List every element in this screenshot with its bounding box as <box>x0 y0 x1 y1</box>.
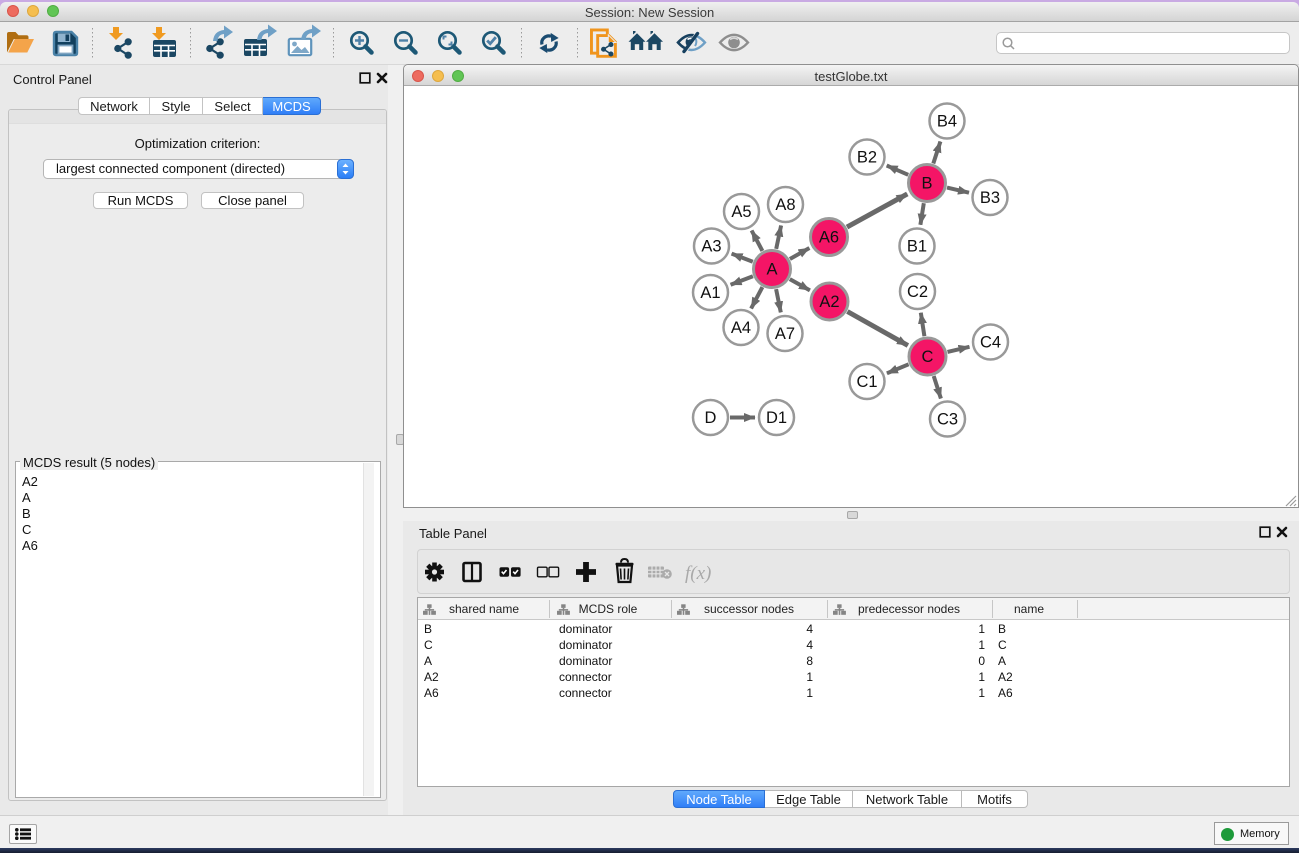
svg-text:B2: B2 <box>857 149 877 167</box>
svg-text:A3: A3 <box>701 238 721 256</box>
svg-text:f(x): f(x) <box>685 563 711 584</box>
svg-text:A: A <box>766 261 777 279</box>
svg-text:C3: C3 <box>937 411 958 429</box>
svg-text:A5: A5 <box>731 203 751 221</box>
svg-text:A2: A2 <box>819 293 839 311</box>
svg-text:D: D <box>705 409 717 427</box>
svg-text:A7: A7 <box>775 325 795 343</box>
svg-text:B: B <box>921 175 932 193</box>
svg-text:C1: C1 <box>856 373 877 391</box>
svg-text:B1: B1 <box>907 238 927 256</box>
svg-text:B3: B3 <box>980 189 1000 207</box>
svg-text:B4: B4 <box>937 113 957 131</box>
svg-text:A8: A8 <box>775 196 795 214</box>
svg-text:C2: C2 <box>907 283 928 301</box>
svg-text:A4: A4 <box>731 319 751 337</box>
svg-text:A6: A6 <box>819 229 839 247</box>
svg-text:D1: D1 <box>766 409 787 427</box>
svg-text:A1: A1 <box>700 284 720 302</box>
svg-text:C: C <box>922 348 934 366</box>
svg-text:C4: C4 <box>980 334 1001 352</box>
